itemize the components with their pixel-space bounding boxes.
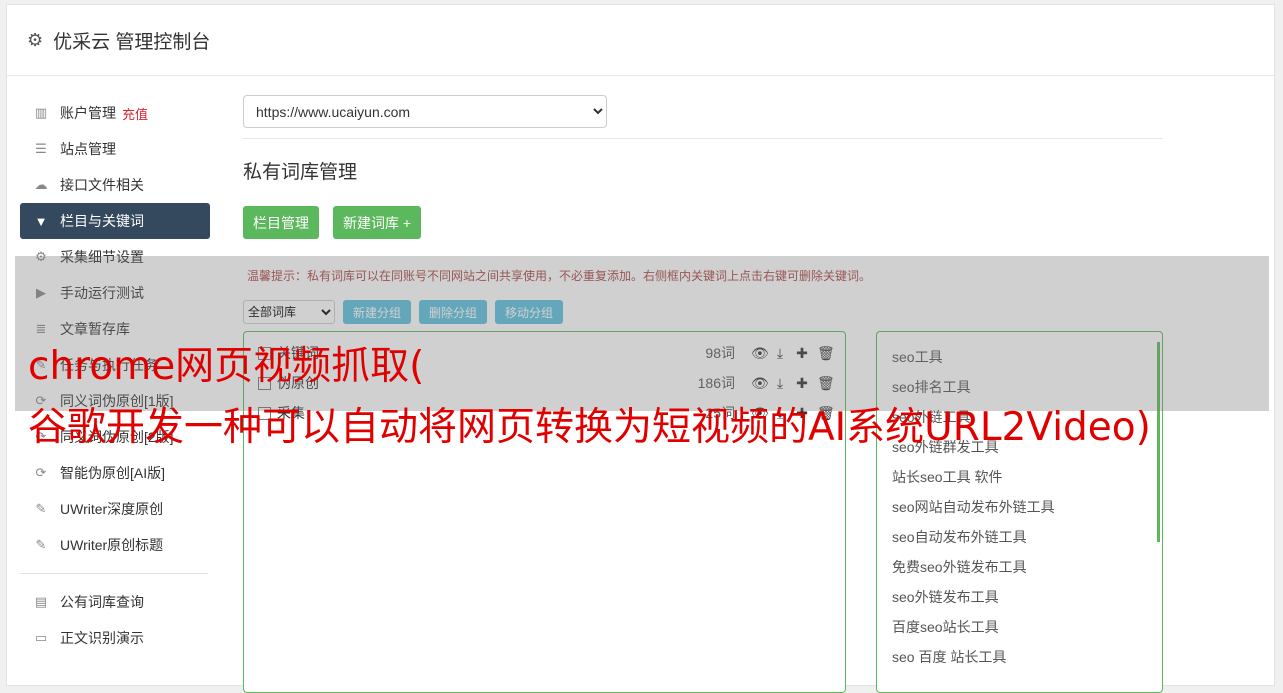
sidebar-item-text-recognition[interactable]: ▭ 正文识别演示 xyxy=(20,620,210,656)
column-manage-button[interactable]: 栏目管理 xyxy=(243,206,319,239)
section-title: 私有词库管理 xyxy=(243,162,358,183)
page-header: ⚙ 优采云 管理控制台 xyxy=(7,5,1274,76)
edit-icon: ✎ xyxy=(35,501,47,516)
sidebar-item-sites[interactable]: ☰ 站点管理 xyxy=(20,131,210,167)
sidebar-item-uwriter-deep[interactable]: ✎ UWriter深度原创 xyxy=(20,491,210,527)
sidebar-item-label: 智能伪原创[AI版] xyxy=(60,465,166,481)
sidebar-item-uwriter-title[interactable]: ✎ UWriter原创标题 xyxy=(20,527,210,563)
sidebar-item-label: 账户管理 xyxy=(60,105,116,121)
sidebar-item-ai-rewrite[interactable]: ⟳ 智能伪原创[AI版] xyxy=(20,455,210,491)
action-buttons: 栏目管理 新建词库 + xyxy=(243,206,1163,239)
sidebar-item-label: 接口文件相关 xyxy=(60,177,144,193)
sidebar-item-public-lexicon[interactable]: ▤ 公有词库查询 xyxy=(20,584,210,620)
book-icon: ▤ xyxy=(34,594,48,609)
sidebar-divider xyxy=(20,573,208,574)
overlay-title-line2: 谷歌开发一种可以自动将网页转换为短视频的AI系统URL2Video) xyxy=(28,405,1151,450)
refresh-icon: ⟳ xyxy=(35,465,47,480)
keyword-item[interactable]: seo自动发布外链工具 xyxy=(877,522,1162,552)
keyword-item[interactable]: seo 百度 站长工具 xyxy=(877,642,1162,672)
keyword-item[interactable]: 免费seo外链发布工具 xyxy=(877,552,1162,582)
filter-icon: ▼ xyxy=(34,213,48,229)
recharge-link[interactable]: 充值 xyxy=(122,104,148,123)
gear-icon: ⚙ xyxy=(27,29,44,50)
sidebar-item-label: UWriter原创标题 xyxy=(60,537,164,553)
sidebar-item-label: UWriter深度原创 xyxy=(60,501,164,517)
overlay-title-line1: chrome网页视频抓取( xyxy=(28,344,425,389)
sidebar-item-account[interactable]: ▥ 账户管理 充值 xyxy=(20,95,210,131)
sidebar-item-label: 正文识别演示 xyxy=(60,630,144,646)
keyword-item[interactable]: seo外链发布工具 xyxy=(877,582,1162,612)
sidebar-item-label: 栏目与关键词 xyxy=(60,213,144,229)
page-title: 优采云 管理控制台 xyxy=(53,31,211,53)
sidebar-item-label: 公有词库查询 xyxy=(60,594,144,610)
divider xyxy=(243,138,1163,139)
chart-icon: ▥ xyxy=(34,105,48,120)
monitor-icon: ▭ xyxy=(34,630,48,645)
new-lexicon-button[interactable]: 新建词库 + xyxy=(333,206,422,239)
keyword-item[interactable]: 站长seo工具 软件 xyxy=(877,462,1162,492)
keyword-item[interactable]: 百度seo站长工具 xyxy=(877,612,1162,642)
sidebar-item-label: 站点管理 xyxy=(60,141,116,157)
keyword-item[interactable]: seo网站自动发布外链工具 xyxy=(877,492,1162,522)
sidebar-item-columns-keywords[interactable]: ▼ 栏目与关键词 xyxy=(20,203,210,239)
edit-icon: ✎ xyxy=(35,537,47,552)
site-select[interactable]: https://www.ucaiyun.com xyxy=(243,95,607,128)
cloud-upload-icon: ☁ xyxy=(34,177,48,192)
server-icon: ☰ xyxy=(35,141,47,156)
sidebar-item-interface[interactable]: ☁ 接口文件相关 xyxy=(20,167,210,203)
